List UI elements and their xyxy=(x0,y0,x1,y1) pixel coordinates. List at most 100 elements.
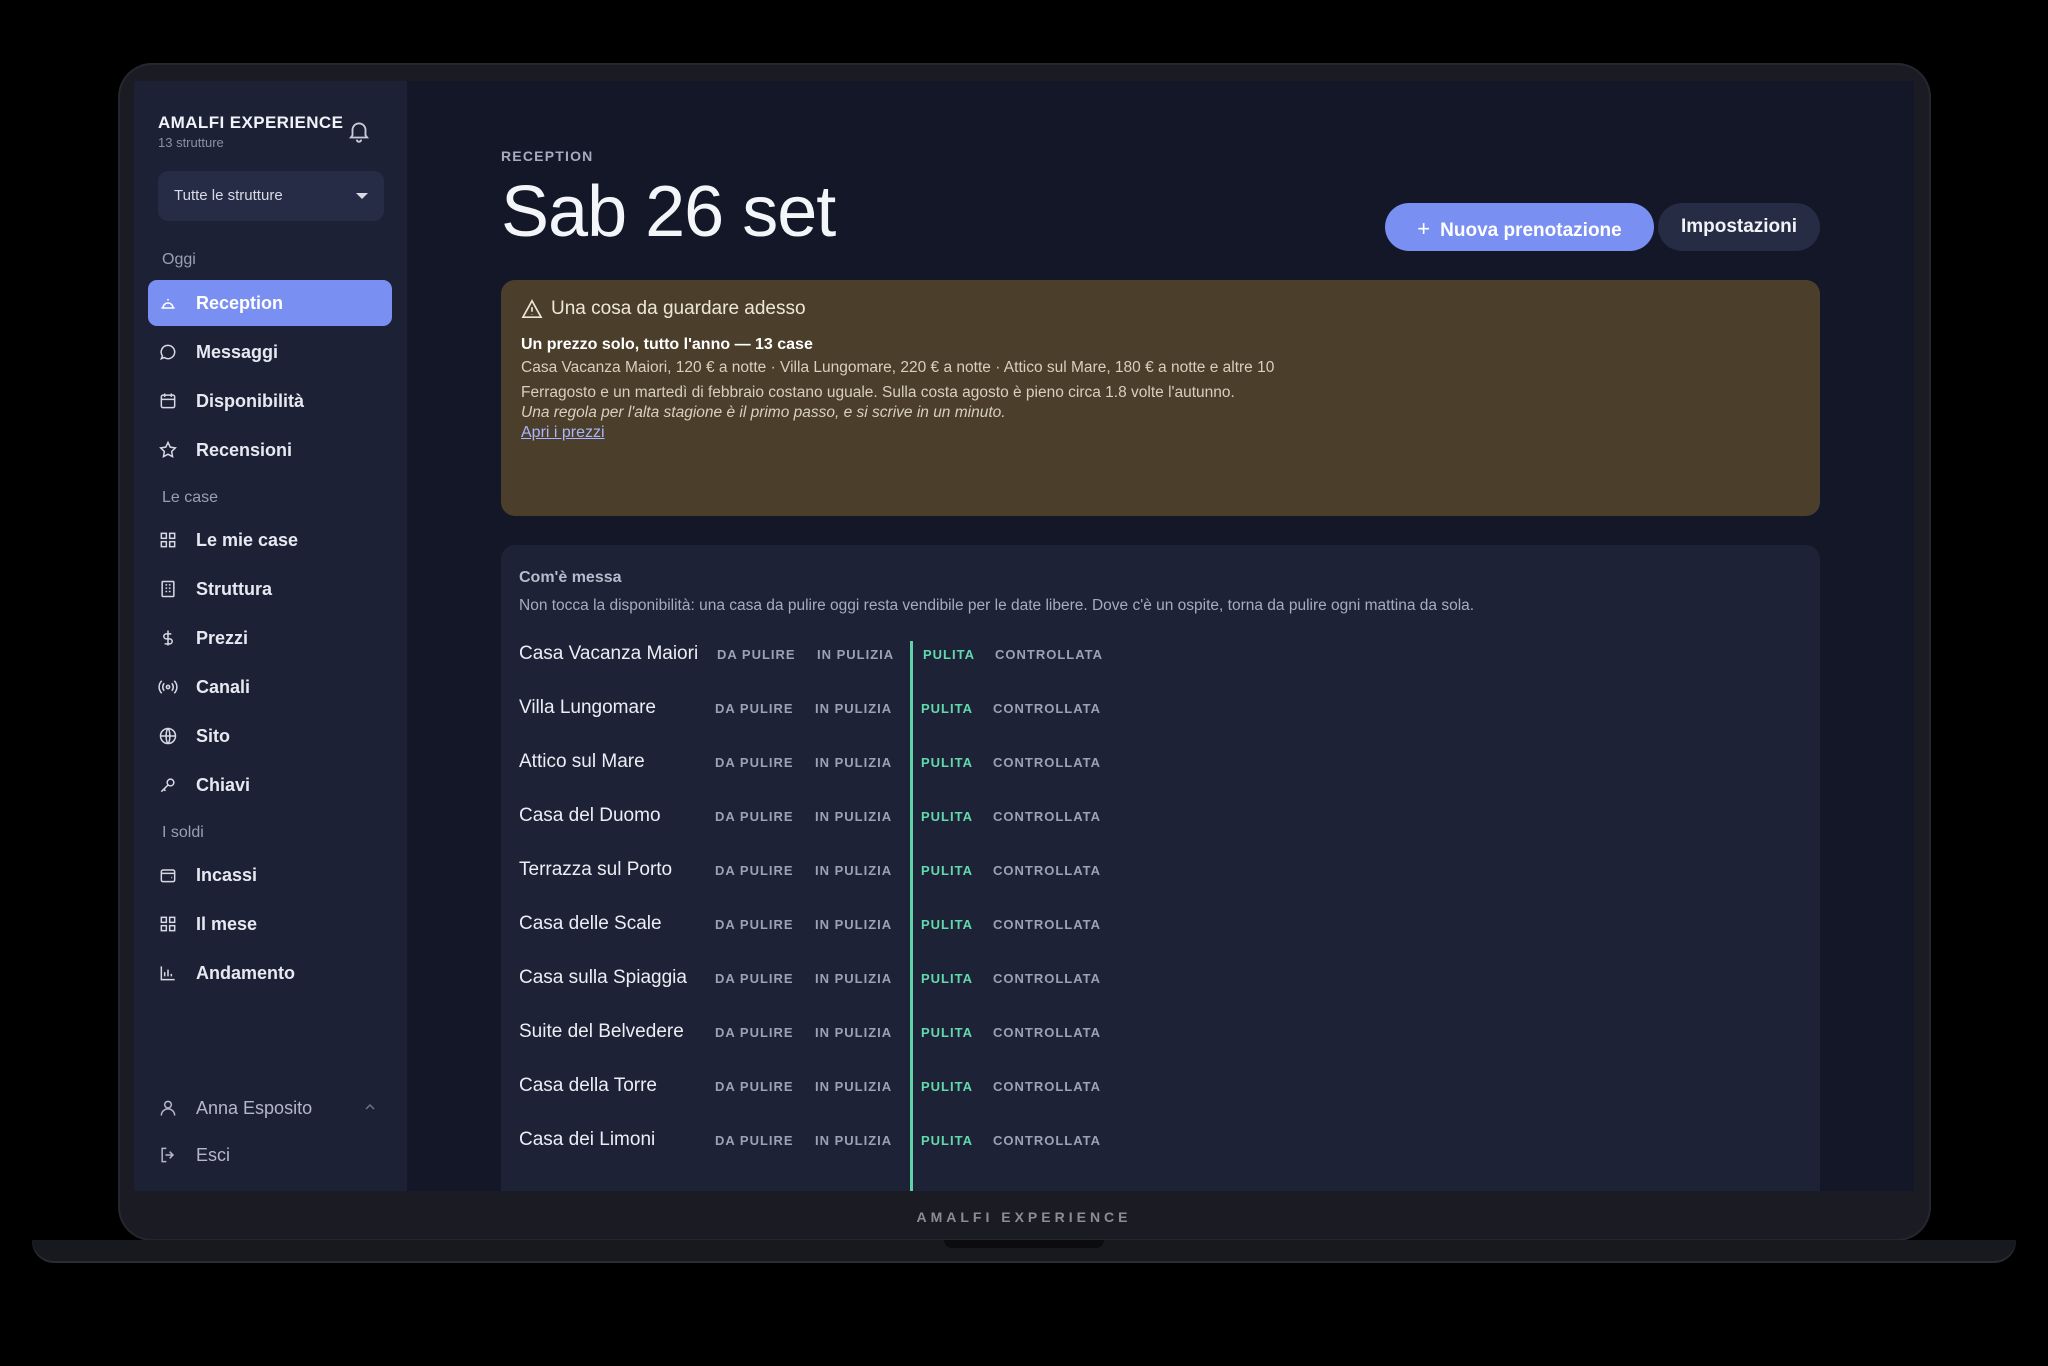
new-booking-button[interactable]: + Nuova prenotazione xyxy=(1385,203,1654,251)
status-option[interactable]: PULITA xyxy=(921,1025,973,1040)
status-option[interactable]: IN PULIZIA xyxy=(815,1133,892,1148)
star-icon xyxy=(159,440,177,458)
cleaning-status-panel: Com'è messa Non tocca la disponibilità: … xyxy=(501,545,1820,1191)
status-option[interactable]: CONTROLLATA xyxy=(993,917,1101,932)
sidebar-item-le-mie-case[interactable]: Le mie case xyxy=(148,517,392,563)
org-name: AMALFI EXPERIENCE xyxy=(158,113,344,132)
house-name: Casa della Torre xyxy=(519,1075,658,1096)
status-option[interactable]: DA PULIRE xyxy=(715,1079,794,1094)
status-option[interactable]: PULITA xyxy=(921,1133,973,1148)
new-booking-label: Nuova prenotazione xyxy=(1440,220,1622,241)
sidebar-item-recensioni[interactable]: Recensioni xyxy=(148,427,392,473)
logout-button[interactable]: Esci xyxy=(148,1132,392,1178)
status-option[interactable]: CONTROLLATA xyxy=(993,971,1101,986)
status-option[interactable]: CONTROLLATA xyxy=(993,1025,1101,1040)
user-menu[interactable]: Anna Esposito xyxy=(148,1085,392,1131)
status-option[interactable]: PULITA xyxy=(923,647,975,662)
sidebar-item-disponibilita[interactable]: Disponibilità xyxy=(148,378,392,424)
panel-title: Com'è messa xyxy=(519,569,622,586)
house-row[interactable]: Casa sulla Spiaggia DA PULIRE IN PULIZIA PU… xyxy=(519,953,1219,1007)
house-name: Casa del Duomo xyxy=(519,805,661,826)
sidebar-item-chiavi[interactable]: Chiavi xyxy=(148,762,392,808)
house-row[interactable]: Attico sul Mare DA PULIRE IN PULIZIA PULITA… xyxy=(519,737,1219,791)
status-option[interactable]: CONTROLLATA xyxy=(993,809,1101,824)
sidebar-item-label: Messaggi xyxy=(196,342,279,362)
bar-chart-icon xyxy=(160,966,175,981)
sidebar-item-struttura[interactable]: Struttura xyxy=(148,566,392,612)
sidebar-item-label: Le mie case xyxy=(196,530,299,550)
status-option[interactable]: PULITA xyxy=(921,971,973,986)
status-option[interactable]: DA PULIRE xyxy=(715,863,794,878)
status-option[interactable]: PULITA xyxy=(921,1079,973,1094)
bell-icon[interactable] xyxy=(346,117,372,145)
sidebar-item-label: Recensioni xyxy=(196,440,293,460)
sidebar: AMALFI EXPERIENCE 13 strutture Tutte le … xyxy=(134,81,407,1191)
sidebar-item-label: Il mese xyxy=(196,914,258,934)
status-option[interactable]: DA PULIRE xyxy=(715,971,794,986)
house-row[interactable]: Casa della Torre DA PULIRE IN PULIZIA PULIT… xyxy=(519,1061,1219,1115)
warning-icon xyxy=(521,299,543,318)
house-row[interactable]: Casa dei Limoni DA PULIRE IN PULIZIA PULITA… xyxy=(519,1115,1219,1169)
alert-body-prices: Casa Vacanza Maiori, 120 € a notte · Vil… xyxy=(521,359,1275,376)
sidebar-item-label: Struttura xyxy=(196,579,272,599)
status-option[interactable]: CONTROLLATA xyxy=(993,1079,1101,1094)
property-selector[interactable]: Tutte le strutture xyxy=(158,171,384,221)
chevron-up-icon xyxy=(365,1103,375,1110)
status-option[interactable]: CONTROLLATA xyxy=(993,1133,1101,1148)
status-option[interactable]: IN PULIZIA xyxy=(815,701,892,716)
status-option[interactable]: PULITA xyxy=(921,917,973,932)
status-option[interactable]: DA PULIRE xyxy=(715,809,794,824)
sidebar-item-andamento[interactable]: Andamento xyxy=(148,950,392,996)
page-title: Sab 26 set xyxy=(501,172,836,252)
app-screen: AMALFI EXPERIENCE 13 strutture Tutte le … xyxy=(134,81,1914,1191)
status-option[interactable]: IN PULIZIA xyxy=(815,809,892,824)
sidebar-item-messaggi[interactable]: Messaggi xyxy=(148,329,392,375)
status-option[interactable]: CONTROLLATA xyxy=(995,647,1103,662)
grid-icon xyxy=(160,916,176,932)
open-prices-link[interactable]: Apri i prezzi xyxy=(521,424,605,442)
section-label-money: I soldi xyxy=(162,824,204,841)
status-option[interactable]: DA PULIRE xyxy=(717,647,796,662)
status-option[interactable]: IN PULIZIA xyxy=(817,647,894,662)
property-selector-value: Tutte le strutture xyxy=(174,187,283,204)
sidebar-item-prezzi[interactable]: Prezzi xyxy=(148,615,392,661)
house-name: Casa delle Scale xyxy=(519,913,662,934)
sidebar-item-incassi[interactable]: Incassi xyxy=(148,852,392,898)
sidebar-item-reception[interactable]: Reception xyxy=(148,280,392,326)
status-option[interactable]: IN PULIZIA xyxy=(815,1025,892,1040)
sidebar-item-sito[interactable]: Sito xyxy=(148,713,392,759)
status-option[interactable]: IN PULIZIA xyxy=(815,971,892,986)
house-row[interactable]: Terrazza sul Porto DA PULIRE IN PULIZIA PUL… xyxy=(519,845,1219,899)
status-option[interactable]: DA PULIRE xyxy=(715,917,794,932)
status-option[interactable]: IN PULIZIA xyxy=(815,1079,892,1094)
status-option[interactable]: IN PULIZIA xyxy=(815,863,892,878)
status-option[interactable]: IN PULIZIA xyxy=(815,917,892,932)
alert-card: Una cosa da guardare adesso Un prezzo so… xyxy=(501,280,1820,516)
status-option[interactable]: DA PULIRE xyxy=(715,701,794,716)
status-option[interactable]: DA PULIRE xyxy=(715,755,794,770)
house-row[interactable]: Villa Lungomare DA PULIRE IN PULIZIA PULITA… xyxy=(519,683,1219,737)
settings-button[interactable]: Impostazioni xyxy=(1658,203,1820,251)
status-option[interactable]: DA PULIRE xyxy=(715,1133,794,1148)
status-option[interactable]: PULITA xyxy=(921,755,973,770)
status-option[interactable]: PULITA xyxy=(921,701,973,716)
sidebar-item-il-mese[interactable]: Il mese xyxy=(148,901,392,947)
house-row[interactable]: Casa delle Scale DA PULIRE IN PULIZIA PULIT… xyxy=(519,899,1219,953)
alert-note: Una regola per l'alta stagione è il prim… xyxy=(521,404,1006,421)
status-option[interactable]: CONTROLLATA xyxy=(993,863,1101,878)
dollar-icon xyxy=(163,630,173,646)
status-option[interactable]: CONTROLLATA xyxy=(993,755,1101,770)
status-option[interactable]: CONTROLLATA xyxy=(993,701,1101,716)
house-name: Casa Vacanza Maiori xyxy=(519,643,699,664)
alert-heading-text: Una cosa da guardare adesso xyxy=(551,298,806,319)
status-option[interactable]: DA PULIRE xyxy=(715,1025,794,1040)
calendar-icon xyxy=(160,393,176,409)
status-option[interactable]: PULITA xyxy=(921,809,973,824)
house-row[interactable]: Casa Vacanza Maiori DA PULIRE IN PULIZIA PU… xyxy=(519,629,1219,683)
house-row[interactable]: Casa del Duomo DA PULIRE IN PULIZIA PULITA C… xyxy=(519,791,1219,845)
sidebar-item-canali[interactable]: Canali xyxy=(148,664,392,710)
house-row[interactable]: Suite del Belvedere DA PULIRE IN PULIZIA PU… xyxy=(519,1007,1219,1061)
status-option[interactable]: IN PULIZIA xyxy=(815,755,892,770)
org-count: 13 strutture xyxy=(158,135,224,150)
status-option[interactable]: PULITA xyxy=(921,863,973,878)
